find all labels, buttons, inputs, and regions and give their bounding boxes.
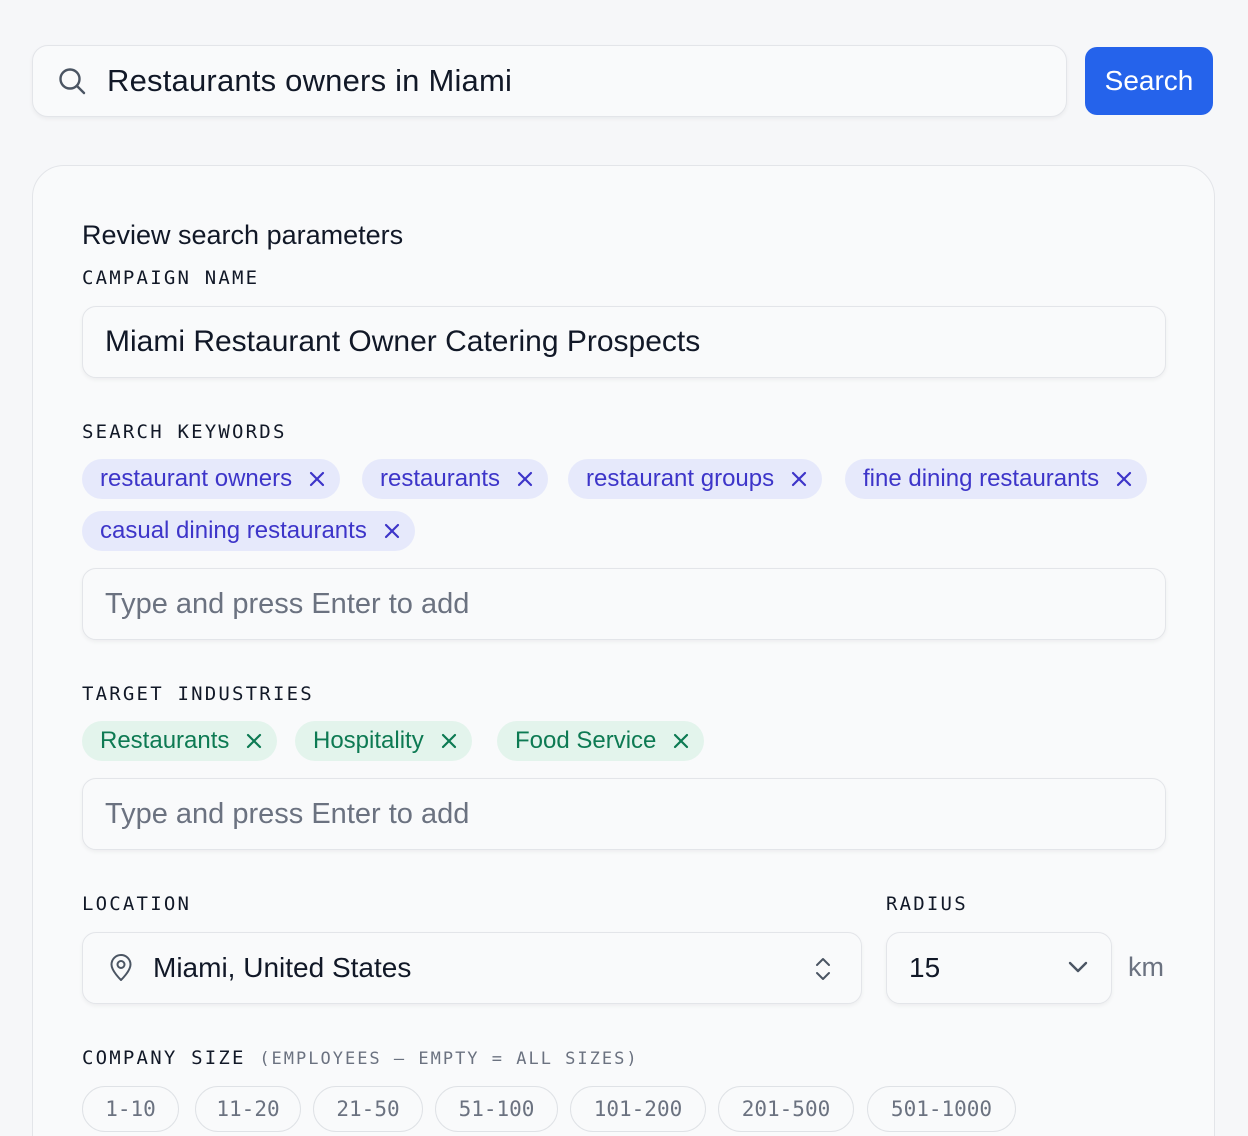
company-size-label: COMPANY SIZE (EMPLOYEES — EMPTY = ALL SI… [82, 1047, 639, 1069]
location-select[interactable]: Miami, United States [82, 932, 862, 1004]
size-option-101-200[interactable]: 101-200 [570, 1086, 706, 1132]
top-search-bar[interactable]: Restaurants owners in Miami [32, 45, 1067, 117]
size-option-51-100[interactable]: 51-100 [435, 1086, 558, 1132]
keyword-chip: restaurant owners [82, 459, 341, 499]
keyword-input[interactable] [105, 587, 1165, 621]
search-parameters-card: Review search parameters CAMPAIGN NAME M… [32, 165, 1215, 1136]
radius-select[interactable]: 15 [886, 932, 1112, 1004]
keyword-chip: restaurants [362, 459, 549, 499]
search-icon [55, 64, 89, 98]
radius-unit: km [1128, 952, 1164, 982]
size-option-1-10[interactable]: 1-10 [82, 1086, 179, 1132]
target-industries-label: TARGET INDUSTRIES [82, 683, 314, 705]
industry-input[interactable] [105, 797, 1165, 831]
close-icon[interactable] [1113, 468, 1135, 490]
radius-value: 15 [909, 952, 941, 983]
industry-chip-label: Hospitality [313, 727, 424, 754]
size-option-11-20[interactable]: 11-20 [195, 1086, 301, 1132]
keyword-chip: restaurant groups [568, 459, 823, 499]
chevron-up-down-icon [813, 955, 833, 983]
size-option-201-500[interactable]: 201-500 [718, 1086, 854, 1132]
keyword-chip-label: restaurant owners [100, 465, 293, 492]
search-button[interactable]: Search [1085, 47, 1213, 115]
industry-chip: Restaurants [82, 721, 278, 761]
size-option-21-50[interactable]: 21-50 [313, 1086, 423, 1132]
keyword-chip: fine dining restaurants [845, 459, 1148, 499]
location-label: LOCATION [82, 893, 192, 915]
campaign-name-label: CAMPAIGN NAME [82, 267, 260, 289]
card-title: Review search parameters [82, 220, 404, 250]
close-icon[interactable] [381, 520, 403, 542]
size-option-501-1000[interactable]: 501-1000 [867, 1086, 1016, 1132]
campaign-name-field[interactable]: Miami Restaurant Owner Catering Prospect… [82, 306, 1166, 378]
location-value: Miami, United States [153, 952, 412, 983]
keyword-chip: casual dining restaurants [82, 511, 415, 551]
close-icon[interactable] [306, 468, 328, 490]
industry-chip: Food Service [497, 721, 705, 761]
chevron-down-icon [1067, 959, 1089, 975]
industry-chip-label: Food Service [515, 727, 657, 754]
industry-chip: Hospitality [295, 721, 472, 761]
industry-input-field[interactable] [82, 778, 1166, 850]
map-pin-icon [107, 954, 135, 982]
close-icon[interactable] [243, 730, 265, 752]
search-keywords-label: SEARCH KEYWORDS [82, 421, 287, 443]
campaign-name-value[interactable]: Miami Restaurant Owner Catering Prospect… [105, 325, 700, 359]
close-icon[interactable] [788, 468, 810, 490]
company-size-hint: (EMPLOYEES — EMPTY = ALL SIZES) [259, 1049, 639, 1069]
keyword-input-field[interactable] [82, 568, 1166, 640]
close-icon[interactable] [438, 730, 460, 752]
company-size-title: COMPANY SIZE [82, 1047, 246, 1069]
keyword-chip-label: fine dining restaurants [863, 465, 1100, 492]
close-icon[interactable] [670, 730, 692, 752]
industry-chip-label: Restaurants [100, 727, 230, 754]
close-icon[interactable] [514, 468, 536, 490]
keyword-chip-label: restaurants [380, 465, 501, 492]
keyword-chip-label: restaurant groups [586, 465, 775, 492]
radius-label: RADIUS [886, 893, 968, 915]
keyword-chip-label: casual dining restaurants [100, 517, 367, 544]
search-query-text[interactable]: Restaurants owners in Miami [107, 63, 512, 99]
